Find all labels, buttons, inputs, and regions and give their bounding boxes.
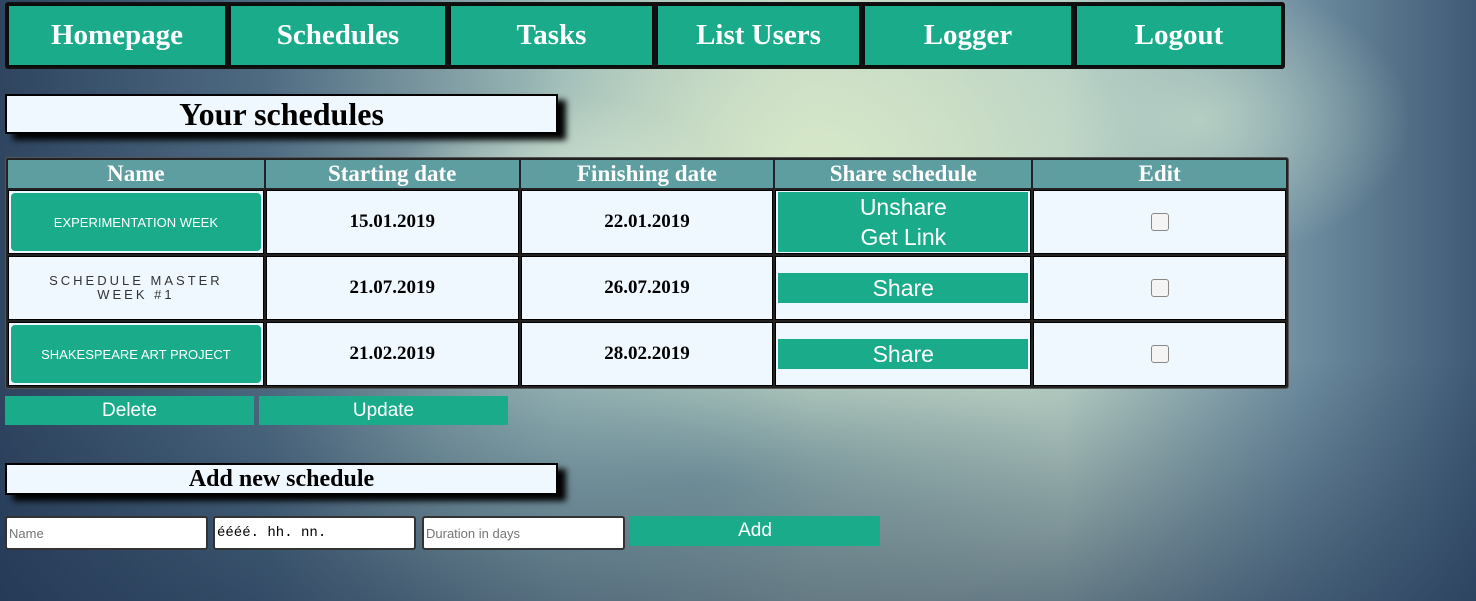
- end-date-cell: 28.02.2019: [520, 322, 774, 386]
- share-cell: Unshare Get Link: [775, 190, 1032, 254]
- get-link-button[interactable]: Get Link: [778, 222, 1028, 252]
- schedule-name-link[interactable]: SCHEDULE MASTER WEEK #1: [9, 274, 263, 302]
- share-button[interactable]: Share: [778, 339, 1029, 369]
- schedule-name-link[interactable]: EXPERIMENTATION WEEK: [11, 193, 261, 251]
- schedules-table: Name Starting date Finishing date Share …: [5, 157, 1289, 389]
- end-date-cell: 26.07.2019: [520, 256, 774, 320]
- nav-schedules[interactable]: Schedules: [229, 4, 447, 67]
- table-row: EXPERIMENTATION WEEK 15.01.2019 22.01.20…: [8, 190, 1286, 254]
- table-row: SHAKESPEARE ART PROJECT 21.02.2019 28.02…: [8, 322, 1286, 386]
- header-starting-date: Starting date: [265, 160, 519, 188]
- share-cell: Share: [775, 322, 1032, 386]
- edit-checkbox[interactable]: [1150, 279, 1169, 297]
- edit-cell: [1033, 322, 1286, 386]
- header-share-schedule: Share schedule: [775, 160, 1032, 188]
- nav-tasks[interactable]: Tasks: [449, 4, 654, 67]
- delete-button[interactable]: Delete: [5, 396, 254, 425]
- nav-list-users[interactable]: List Users: [656, 4, 861, 67]
- top-nav: Homepage Schedules Tasks List Users Logg…: [5, 2, 1285, 69]
- header-edit: Edit: [1033, 160, 1286, 188]
- name-input[interactable]: [5, 516, 208, 550]
- nav-homepage[interactable]: Homepage: [7, 4, 227, 67]
- share-button[interactable]: Share: [778, 273, 1029, 303]
- edit-checkbox[interactable]: [1150, 213, 1169, 231]
- name-cell: SCHEDULE MASTER WEEK #1: [8, 256, 264, 320]
- add-button[interactable]: Add: [630, 516, 880, 546]
- schedule-name-link[interactable]: SHAKESPEARE ART PROJECT: [11, 325, 261, 383]
- name-cell: SHAKESPEARE ART PROJECT: [8, 322, 264, 386]
- table-row: SCHEDULE MASTER WEEK #1 21.07.2019 26.07…: [8, 256, 1286, 320]
- start-date-input[interactable]: [213, 516, 416, 550]
- share-cell: Share: [775, 256, 1032, 320]
- end-date-cell: 22.01.2019: [520, 190, 774, 254]
- name-cell: EXPERIMENTATION WEEK: [8, 190, 264, 254]
- add-schedule-title: Add new schedule: [5, 463, 558, 495]
- shared-actions: Unshare Get Link: [778, 192, 1029, 252]
- update-button[interactable]: Update: [259, 396, 508, 425]
- table-header-row: Name Starting date Finishing date Share …: [8, 160, 1286, 188]
- start-date-cell: 21.02.2019: [265, 322, 519, 386]
- duration-input[interactable]: [422, 516, 625, 550]
- header-name: Name: [8, 160, 264, 188]
- start-date-cell: 15.01.2019: [265, 190, 519, 254]
- unshare-button[interactable]: Unshare: [778, 192, 1028, 222]
- schedules-title: Your schedules: [5, 94, 558, 134]
- nav-logout[interactable]: Logout: [1075, 4, 1283, 67]
- edit-checkbox[interactable]: [1150, 345, 1169, 363]
- edit-cell: [1033, 190, 1286, 254]
- header-finishing-date: Finishing date: [520, 160, 774, 188]
- start-date-cell: 21.07.2019: [265, 256, 519, 320]
- nav-logger[interactable]: Logger: [863, 4, 1073, 67]
- edit-cell: [1033, 256, 1286, 320]
